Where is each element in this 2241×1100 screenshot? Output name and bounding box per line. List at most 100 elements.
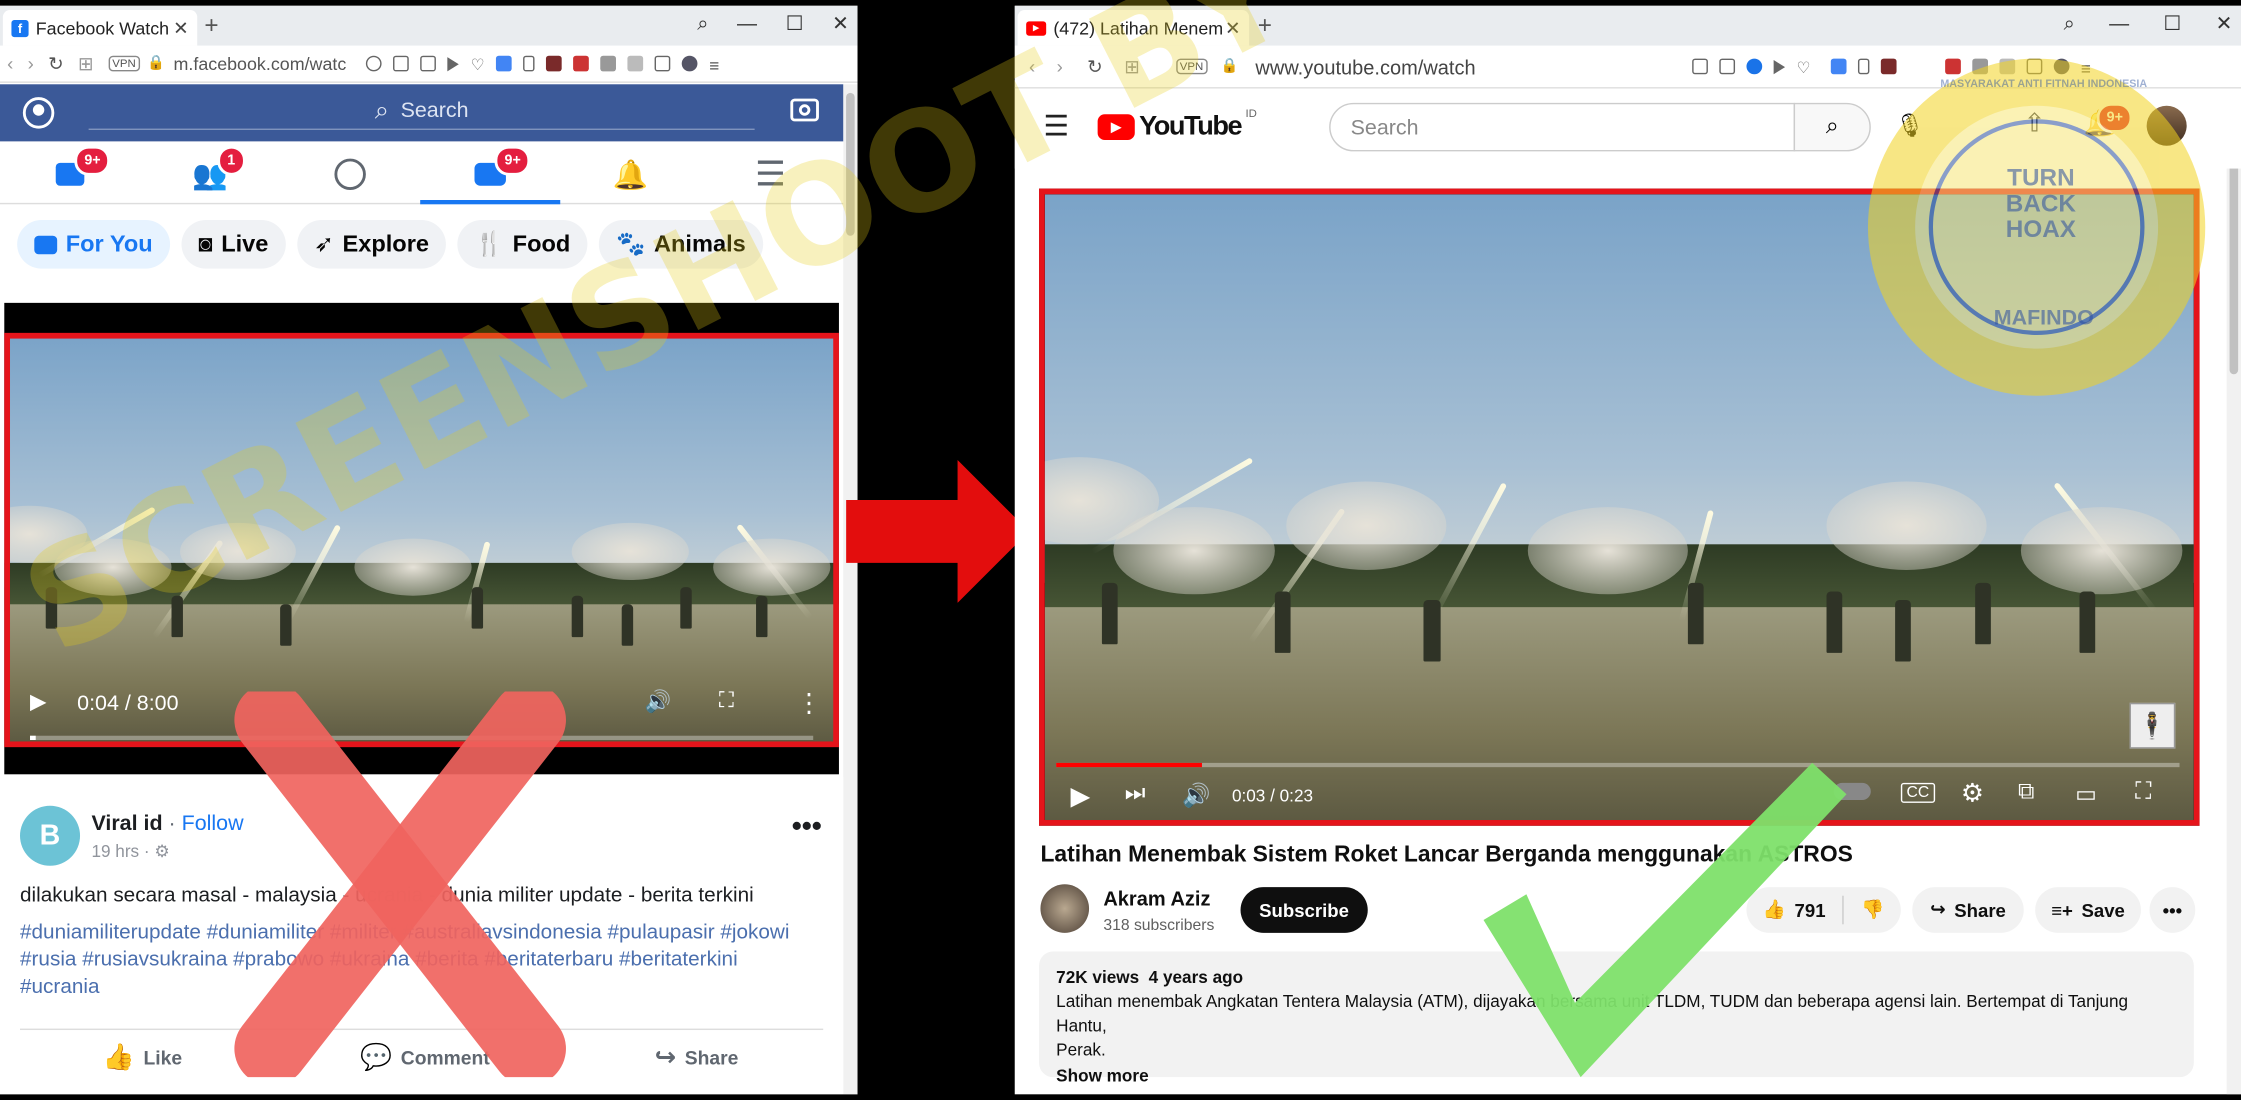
zoom-icon[interactable] xyxy=(366,55,383,72)
edit-icon[interactable] xyxy=(393,55,410,72)
save-button[interactable]: ≡+ Save xyxy=(2035,887,2141,933)
chip-live[interactable]: ◙ Live xyxy=(181,220,286,269)
close-window-icon[interactable]: ✕ xyxy=(2216,11,2233,35)
tab-facebook-watch[interactable]: f Facebook Watch ✕ xyxy=(2,10,198,46)
send-icon[interactable] xyxy=(447,56,460,71)
fullscreen-icon[interactable]: ⛶ xyxy=(719,689,734,713)
like-button[interactable]: 👍 Like xyxy=(103,1043,182,1073)
vpn-badge-icon[interactable]: VPN xyxy=(107,55,140,72)
camera-icon[interactable] xyxy=(420,55,437,72)
channel-watermark-icon[interactable]: 🕴 xyxy=(2129,702,2176,749)
maximize-icon[interactable]: ☐ xyxy=(2163,11,2181,35)
chip-label: Animals xyxy=(653,230,746,257)
more-icon: ••• xyxy=(2162,899,2183,921)
edit-icon[interactable] xyxy=(1692,58,1708,75)
theater-mode-icon[interactable]: ▭ xyxy=(2075,780,2097,809)
tab-watch[interactable]: 9+ xyxy=(420,145,561,205)
shield-icon[interactable] xyxy=(627,55,644,72)
search-tabs-icon[interactable]: ⌕ xyxy=(2064,11,2075,35)
forward-icon[interactable]: › xyxy=(28,53,34,74)
subscribe-button[interactable]: Subscribe xyxy=(1240,887,1368,933)
translate-icon[interactable] xyxy=(496,55,512,72)
maximize-icon[interactable]: ☐ xyxy=(786,11,804,35)
share-button[interactable]: ↪ Share xyxy=(1912,887,2024,933)
url-text[interactable]: m.facebook.com/watc xyxy=(174,54,347,74)
more-options-icon[interactable]: ⋮ xyxy=(796,689,822,719)
phone-icon[interactable] xyxy=(523,55,535,72)
close-tab-icon[interactable]: ✕ xyxy=(173,17,189,40)
window-controls: ⌕ — ☐ ✕ xyxy=(2064,11,2233,35)
youtube-play-logo-icon: ▶ xyxy=(1097,114,1135,141)
heart-icon[interactable]: ♡ xyxy=(471,56,485,74)
minimize-icon[interactable]: — xyxy=(737,11,757,35)
miniplayer-icon[interactable]: ⧉ xyxy=(2018,780,2034,806)
settings-gear-icon[interactable]: ⚙ xyxy=(1961,779,1984,809)
captions-icon[interactable]: CC xyxy=(1900,782,1935,803)
next-button[interactable]: ⏭ xyxy=(1125,781,1146,807)
camera-icon[interactable] xyxy=(1719,58,1736,75)
tab-title: Facebook Watch xyxy=(35,17,170,38)
play-button[interactable]: ▶ xyxy=(30,689,47,714)
volume-icon[interactable]: 🔊 xyxy=(1182,781,1210,810)
heart-icon[interactable]: ♡ xyxy=(1797,59,1811,77)
speed-dial-icon[interactable]: ⊞ xyxy=(78,52,94,75)
fullscreen-icon[interactable]: ⛶ xyxy=(2135,780,2151,806)
tab-notifications[interactable]: 🔔 xyxy=(560,153,700,196)
back-icon[interactable]: ‹ xyxy=(7,53,13,74)
new-tab-icon[interactable]: + xyxy=(1258,11,1272,40)
search-input[interactable]: ⌕ Search xyxy=(88,93,755,131)
search-input[interactable]: Search xyxy=(1329,102,1796,152)
post-more-icon[interactable]: ••• xyxy=(792,811,822,844)
tab-news-feed[interactable]: 9+ xyxy=(0,145,140,196)
vpn-badge-icon[interactable]: VPN xyxy=(1175,58,1208,75)
chip-animals[interactable]: 🐾 Animals xyxy=(598,220,763,269)
youtube-logo[interactable]: ▶ YouTube ID xyxy=(1097,106,1257,142)
forward-icon[interactable]: › xyxy=(1057,56,1063,77)
youtube-browser-window: ▸ (472) Latihan Menem ✕ + ⌕ — ☐ ✕ ‹ › ↻ … xyxy=(1014,5,2241,1095)
globe-icon: ⚙ xyxy=(154,841,170,862)
more-actions-button[interactable]: ••• xyxy=(2149,887,2196,933)
close-window-icon[interactable]: ✕ xyxy=(832,11,849,35)
author-name[interactable]: Viral id xyxy=(91,811,162,835)
tab-friends[interactable]: 👥 1 xyxy=(140,145,280,196)
chip-for-you[interactable]: For You xyxy=(17,220,170,269)
close-tab-icon[interactable]: ✕ xyxy=(1225,17,1241,40)
verified-icon[interactable] xyxy=(1746,58,1763,75)
stamp-text: TURN BACK HOAX xyxy=(2005,164,2077,243)
messenger-icon xyxy=(334,158,366,191)
speed-dial-icon[interactable]: ⊞ xyxy=(1124,55,1140,78)
audio-icon[interactable] xyxy=(546,55,562,72)
tab-messenger[interactable] xyxy=(280,153,420,196)
feed-badge: 9+ xyxy=(74,145,111,176)
menu-icon[interactable]: ≡ xyxy=(709,56,719,76)
channel-name[interactable]: Akram Aziz xyxy=(1103,887,1210,910)
play-button[interactable]: ▶ xyxy=(1070,781,1090,811)
reload-icon[interactable]: ↻ xyxy=(1087,55,1103,78)
reload-icon[interactable]: ↻ xyxy=(48,52,64,75)
new-tab-icon[interactable]: + xyxy=(204,11,218,40)
minimize-icon[interactable]: — xyxy=(2109,11,2129,35)
back-icon[interactable]: ‹ xyxy=(1029,56,1035,77)
url-text[interactable]: www.youtube.com/watch xyxy=(1255,55,1475,78)
hamburger-menu-icon[interactable]: ☰ xyxy=(1043,109,1069,145)
camera-icon[interactable] xyxy=(790,98,819,122)
tab-youtube[interactable]: ▸ (472) Latihan Menem ✕ xyxy=(1017,10,1250,46)
profile-icon[interactable] xyxy=(22,97,55,129)
green-check-mark-icon xyxy=(1483,762,1847,1078)
chip-food[interactable]: 🍴 Food xyxy=(457,220,588,269)
volume-icon[interactable]: 🔊 xyxy=(645,689,672,714)
share-button[interactable]: ↪ Share xyxy=(655,1043,739,1073)
extension-icon[interactable] xyxy=(600,55,617,72)
avatar[interactable]: B xyxy=(20,805,81,866)
cube-icon[interactable] xyxy=(654,55,671,72)
chip-explore[interactable]: ➶ Explore xyxy=(297,220,447,269)
share-icon: ↪ xyxy=(1930,898,1946,921)
tab-menu[interactable]: ☰ xyxy=(700,153,840,196)
share-label: Share xyxy=(1954,899,2006,921)
extension-badge-icon[interactable] xyxy=(573,55,590,72)
send-icon[interactable] xyxy=(1773,59,1786,74)
scrollbar-thumb[interactable] xyxy=(846,92,855,236)
channel-avatar[interactable] xyxy=(1040,884,1090,933)
search-tabs-icon[interactable]: ⌕ xyxy=(697,11,708,35)
profile-icon[interactable] xyxy=(681,55,698,72)
